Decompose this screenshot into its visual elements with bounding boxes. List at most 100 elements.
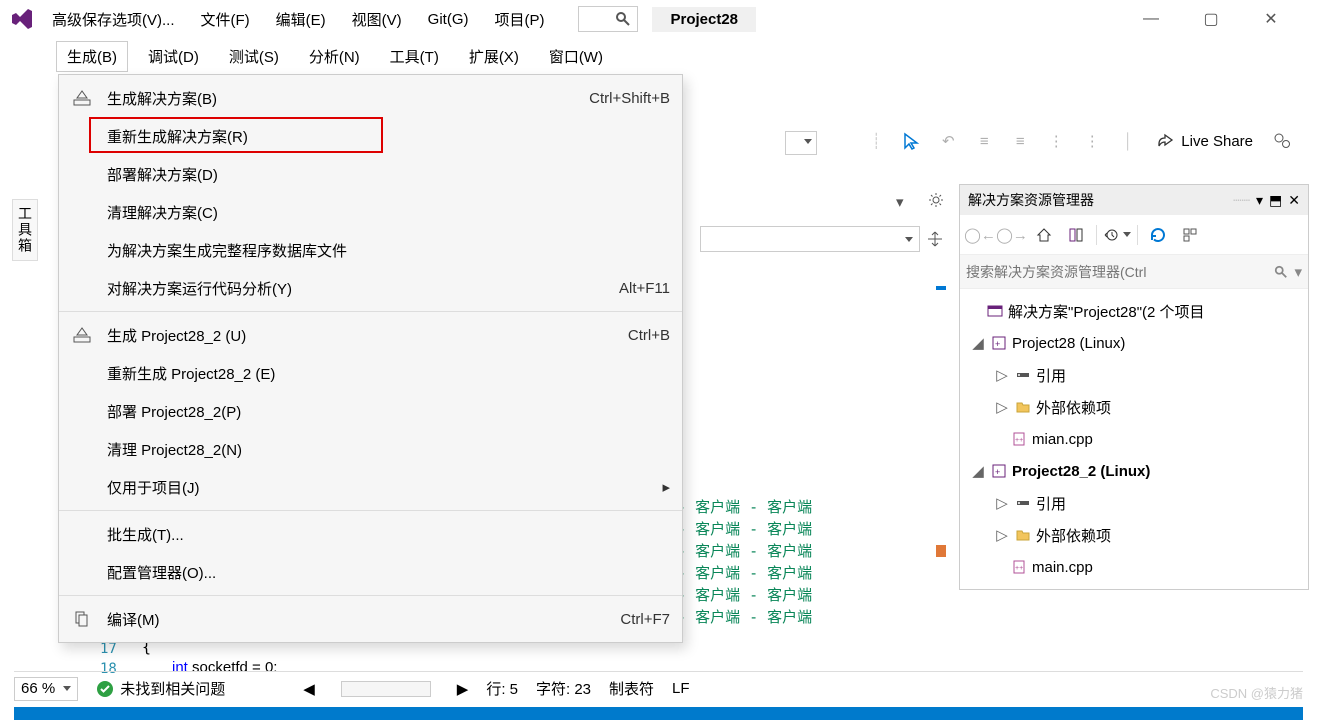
tree-label: main.cpp	[1032, 559, 1093, 576]
cursor-icon[interactable]	[899, 128, 925, 154]
expand-icon[interactable]: ▷	[994, 366, 1010, 384]
undo-icon[interactable]: ↶	[935, 128, 961, 154]
status-strip	[14, 707, 1303, 720]
live-share-label: Live Share	[1181, 133, 1253, 150]
project-node-1[interactable]: ◢ + Project28 (Linux)	[960, 327, 1308, 359]
menu-test[interactable]: 测试(S)	[219, 42, 289, 71]
maximize-button[interactable]: ▢	[1193, 5, 1229, 33]
file-node-mian[interactable]: ++ mian.cpp	[960, 423, 1308, 455]
no-issues-label: 未找到相关问题	[120, 678, 225, 699]
external-deps-node[interactable]: ▷ 外部依赖项	[960, 391, 1308, 423]
menu-tools[interactable]: 工具(T)	[380, 42, 449, 71]
forward-icon[interactable]: ◯→	[998, 221, 1026, 249]
dd-label: 部署解决方案(D)	[95, 164, 670, 185]
close-button[interactable]: ✕	[1253, 5, 1289, 33]
advanced-save-options-menu[interactable]: 高级保存选项(V)...	[42, 5, 185, 34]
menu-analyze[interactable]: 分析(N)	[299, 42, 370, 71]
switch-view-icon[interactable]	[1062, 221, 1090, 249]
menu-separator	[59, 510, 682, 511]
scroll-left-icon[interactable]: ◀	[303, 680, 315, 698]
solution-node[interactable]: 解决方案"Project28"(2 个项目	[960, 295, 1308, 327]
outdent-icon[interactable]: ≡	[971, 128, 997, 154]
menu-window[interactable]: 窗口(W)	[539, 42, 613, 71]
dd-label: 重新生成 Project28_2 (E)	[95, 363, 670, 384]
menu-edit[interactable]: 编辑(E)	[266, 5, 336, 34]
gear-icon[interactable]	[928, 192, 944, 212]
toolbar-separator	[1137, 225, 1138, 245]
collapse-icon[interactable]: ◢	[970, 334, 986, 352]
menu-rebuild-solution-label: 重新生成解决方案(R)	[95, 126, 670, 147]
menu-clean-project[interactable]: 清理 Project28_2(N)	[59, 430, 682, 468]
menu-debug[interactable]: 调试(D)	[138, 42, 209, 71]
horizontal-scrollbar[interactable]	[341, 681, 431, 697]
zoom-selector[interactable]: 66 %	[14, 677, 78, 701]
solution-label: 解决方案"Project28"(2 个项目	[1008, 301, 1205, 322]
expand-icon[interactable]: ▷	[994, 494, 1010, 512]
split-icon[interactable]	[927, 231, 943, 251]
back-icon[interactable]: ◯←	[966, 221, 994, 249]
menu-config-manager[interactable]: 配置管理器(O)...	[59, 553, 682, 591]
status-line[interactable]: 行: 5	[486, 678, 518, 699]
menu-build-project[interactable]: 生成 Project28_2 (U) Ctrl+B	[59, 316, 682, 354]
menu-deploy-project[interactable]: 部署 Project28_2(P)	[59, 392, 682, 430]
solution-search[interactable]: ▾	[960, 255, 1308, 289]
menu-build-solution[interactable]: 生成解决方案(B) Ctrl+Shift+B	[59, 79, 682, 117]
no-issues-indicator[interactable]: 未找到相关问题	[96, 678, 225, 699]
build-icon	[69, 87, 95, 109]
collapse-icon[interactable]: ◢	[970, 462, 986, 480]
menu-project[interactable]: 项目(P)	[484, 5, 554, 34]
status-tabs[interactable]: 制表符	[609, 678, 654, 699]
config-dropdown[interactable]	[785, 131, 817, 155]
home-icon[interactable]	[1030, 221, 1058, 249]
refresh-icon[interactable]	[1144, 221, 1172, 249]
menu-git[interactable]: Git(G)	[418, 7, 479, 32]
minimize-button[interactable]: —	[1133, 5, 1169, 33]
tree-label: 外部依赖项	[1036, 525, 1111, 546]
menu-build-solution-label: 生成解决方案(B)	[95, 88, 589, 109]
panel-menu-icon[interactable]: ▾	[1256, 192, 1263, 209]
menu-rebuild-solution[interactable]: 重新生成解决方案(R)	[59, 117, 682, 155]
project-node-2[interactable]: ◢ + Project28_2 (Linux)	[960, 455, 1308, 487]
menu-clean-solution[interactable]: 清理解决方案(C)	[59, 193, 682, 231]
check-circle-icon	[96, 680, 114, 698]
solution-title: Project28	[652, 7, 756, 32]
references-node[interactable]: ▷ 引用	[960, 359, 1308, 391]
references-node-2[interactable]: ▷ 引用	[960, 487, 1308, 519]
menu-build[interactable]: 生成(B)	[56, 41, 128, 72]
search-dropdown-icon[interactable]: ▾	[1294, 263, 1302, 281]
shortcut-text: Ctrl+B	[628, 327, 670, 344]
menu-rebuild-project[interactable]: 重新生成 Project28_2 (E)	[59, 354, 682, 392]
menu-project-only[interactable]: 仅用于项目(J)▸	[59, 468, 682, 506]
scope-dropdown[interactable]	[700, 226, 920, 252]
status-col[interactable]: 字符: 23	[536, 678, 591, 699]
menu-build-full-pdb[interactable]: 为解决方案生成完整程序数据库文件	[59, 231, 682, 269]
menu-deploy-solution[interactable]: 部署解决方案(D)	[59, 155, 682, 193]
toolbox-tab[interactable]: 工具箱	[12, 199, 38, 261]
menu-file[interactable]: 文件(F)	[191, 5, 260, 34]
menu-compile[interactable]: 编译(M) Ctrl+F7	[59, 600, 682, 638]
vs-logo-icon	[8, 5, 36, 33]
menu-extensions[interactable]: 扩展(X)	[459, 42, 529, 71]
menu-run-code-analysis[interactable]: 对解决方案运行代码分析(Y)Alt+F11	[59, 269, 682, 307]
menu-view[interactable]: 视图(V)	[342, 5, 412, 34]
status-lineending[interactable]: LF	[672, 680, 690, 697]
solution-search-input[interactable]	[966, 264, 1268, 280]
expand-icon[interactable]: ▷	[994, 526, 1010, 544]
history-icon[interactable]	[1103, 221, 1131, 249]
close-panel-icon[interactable]: ✕	[1288, 192, 1300, 209]
feedback-icon[interactable]	[1269, 128, 1295, 154]
expand-icon[interactable]: ▷	[994, 398, 1010, 416]
live-share-button[interactable]: Live Share	[1151, 128, 1259, 154]
menu-batch-build[interactable]: 批生成(T)...	[59, 515, 682, 553]
pin-icon[interactable]: ⬒	[1269, 192, 1282, 209]
indent-icon[interactable]: ≡	[1007, 128, 1033, 154]
quick-launch-search[interactable]	[578, 6, 638, 32]
doc-dropdown-icon[interactable]: ▾	[896, 193, 904, 211]
dd-label: 对解决方案运行代码分析(Y)	[95, 278, 619, 299]
collapse-all-icon[interactable]	[1176, 221, 1204, 249]
uncomment-icon[interactable]: ⋮	[1079, 128, 1105, 154]
file-node-main[interactable]: ++ main.cpp	[960, 551, 1308, 583]
external-deps-node-2[interactable]: ▷ 外部依赖项	[960, 519, 1308, 551]
comment-icon[interactable]: ⋮	[1043, 128, 1069, 154]
scroll-right-icon[interactable]: ▶	[457, 680, 469, 698]
